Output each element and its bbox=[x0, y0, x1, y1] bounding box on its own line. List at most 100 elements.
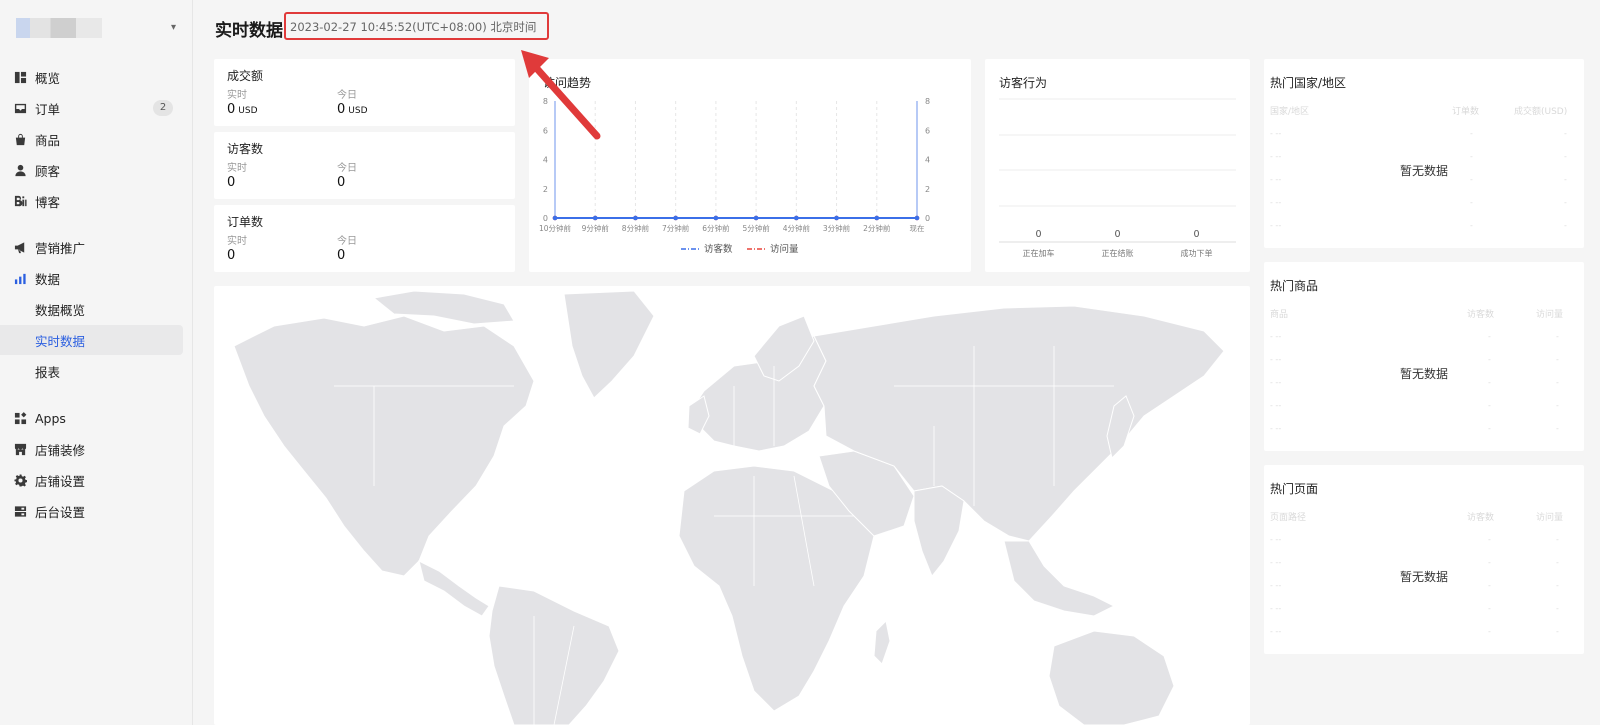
world-map[interactable] bbox=[214, 286, 1250, 725]
rank-col-1: 页面路径 bbox=[1270, 513, 1307, 523]
empty-state: 暂无数据 bbox=[1399, 570, 1448, 584]
rank-col-3: 访问量 bbox=[1536, 310, 1564, 320]
nav-label: 订单 bbox=[35, 101, 61, 117]
chevron-down-icon[interactable]: ▾ bbox=[171, 22, 176, 33]
nav-customers[interactable]: 顾客 bbox=[0, 155, 183, 185]
series-point bbox=[673, 215, 678, 221]
rank-placeholder-cell: - bbox=[1564, 221, 1567, 230]
server-icon bbox=[13, 504, 27, 518]
nav-label: 数据 bbox=[35, 271, 61, 287]
nav-sub-analytics-overview[interactable]: 数据概览 bbox=[0, 294, 183, 324]
metric-today-value: 0 USD bbox=[337, 102, 368, 117]
rank-placeholder-cell: - bbox=[1564, 198, 1567, 207]
nav-orders[interactable]: 订单 2 bbox=[0, 93, 183, 123]
metric-realtime-label: 实时 bbox=[227, 236, 247, 247]
rank-placeholder-row: - -- - - bbox=[1270, 198, 1576, 208]
rank-col-3: 成交额(USD) bbox=[1514, 107, 1568, 117]
rank-title: 热门国家/地区 bbox=[1270, 76, 1347, 90]
rank-placeholder-row: - -- - - bbox=[1270, 535, 1576, 545]
rank-title: 热门页面 bbox=[1270, 482, 1319, 496]
x-tick-label: 5分钟前 bbox=[742, 223, 770, 233]
nav-label: Apps bbox=[35, 410, 66, 426]
rank-col-2: 访客数 bbox=[1467, 513, 1495, 523]
series-point bbox=[874, 215, 880, 221]
x-tick-label: 正在加车 bbox=[1023, 248, 1055, 258]
nav-admin-settings[interactable]: 后台设置 bbox=[0, 496, 183, 526]
rank-placeholder-cell: - bbox=[1488, 627, 1491, 636]
metric-today-label: 今日 bbox=[337, 236, 357, 247]
rank-placeholder-row: - -- - - bbox=[1270, 401, 1576, 411]
rank-placeholder-cell: - bbox=[1488, 332, 1491, 341]
region-south-america bbox=[488, 585, 620, 725]
nav-store-settings[interactable]: 店铺设置 bbox=[0, 465, 183, 495]
metric-realtime-label: 实时 bbox=[227, 163, 247, 174]
nav-sub-label: 报表 bbox=[35, 364, 61, 380]
bar-value-label: 0 bbox=[1035, 229, 1041, 240]
y-tick-label: 4 bbox=[543, 156, 548, 165]
value-number: 0 bbox=[337, 102, 346, 117]
currency-unit: USD bbox=[348, 106, 368, 116]
nav-overview[interactable]: 概览 bbox=[0, 62, 183, 92]
metric-today-label: 今日 bbox=[337, 163, 357, 174]
rank-placeholder-cell: - bbox=[1470, 152, 1473, 161]
nav-sub-reports[interactable]: 报表 bbox=[0, 356, 183, 386]
nav-analytics[interactable]: 数据 bbox=[0, 263, 183, 293]
rank-placeholder-cell: - bbox=[1488, 424, 1491, 433]
y-tick-label: 2 bbox=[543, 185, 548, 194]
region-central-america bbox=[418, 560, 490, 617]
x-tick-label: 10分钟前 bbox=[539, 223, 572, 233]
gear-icon bbox=[13, 473, 27, 487]
region-madagascar bbox=[873, 619, 891, 665]
behavior-chart: 0 正在加车 0 正在结账 0 成功下单 bbox=[999, 98, 1236, 258]
rank-col-1: 商品 bbox=[1270, 310, 1289, 320]
metric-today-label: 今日 bbox=[337, 90, 357, 101]
store-logo bbox=[16, 18, 102, 38]
nav-apps[interactable]: Apps bbox=[0, 403, 183, 433]
blog-icon bbox=[13, 194, 27, 208]
nav-label: 博客 bbox=[35, 194, 61, 210]
rank-placeholder-cell: - -- bbox=[1270, 129, 1282, 138]
rank-placeholder-cell: - bbox=[1564, 152, 1567, 161]
y2-tick-label: 4 bbox=[925, 156, 930, 165]
rank-placeholder-cell: - bbox=[1556, 424, 1559, 433]
nav-sub-realtime[interactable]: 实时数据 bbox=[0, 325, 183, 355]
y2-tick-label: 2 bbox=[925, 185, 930, 194]
series-point bbox=[552, 215, 558, 221]
metric-realtime-value: 0 USD bbox=[227, 102, 258, 117]
nav-label: 顾客 bbox=[35, 163, 61, 179]
nav-marketing[interactable]: 营销推广 bbox=[0, 232, 183, 262]
series-point bbox=[794, 215, 799, 221]
bar-value-label: 0 bbox=[1114, 229, 1120, 240]
bar-value-label: 0 bbox=[1193, 229, 1199, 240]
x-tick-label: 7分钟前 bbox=[662, 223, 690, 233]
metric-realtime-value: 0 bbox=[227, 175, 236, 190]
rank-placeholder-cell: - bbox=[1470, 198, 1473, 207]
nav-theme[interactable]: 店铺装修 bbox=[0, 434, 183, 464]
dashboard-icon bbox=[13, 70, 27, 84]
store-switcher[interactable]: ▾ bbox=[16, 16, 176, 40]
currency-unit: USD bbox=[238, 106, 258, 116]
order-count-badge: 2 bbox=[153, 100, 173, 116]
nav-label: 后台设置 bbox=[35, 504, 86, 520]
rank-placeholder-cell: - -- bbox=[1270, 401, 1282, 410]
x-tick-label: 9分钟前 bbox=[582, 223, 610, 233]
rank-placeholder-cell: - bbox=[1470, 221, 1473, 230]
nav-products[interactable]: 商品 bbox=[0, 124, 183, 154]
metric-title: 订单数 bbox=[227, 215, 264, 229]
nav-sub-label: 数据概览 bbox=[35, 302, 86, 318]
x-tick-label: 2分钟前 bbox=[863, 223, 891, 233]
nav-label: 店铺设置 bbox=[35, 473, 86, 489]
rank-placeholder-cell: - -- bbox=[1270, 558, 1282, 567]
rank-placeholder-row: - -- - - bbox=[1270, 355, 1576, 365]
annotation-arrow bbox=[521, 50, 601, 140]
metric-card-visitors: 访客数 实时 今日 0 0 bbox=[214, 132, 515, 199]
app-root: ▾ 概览 订单 2 商品 顾客 博客 营销推广 数据 数据概览 实时数据 报表 … bbox=[0, 0, 1600, 725]
region-north-america bbox=[233, 315, 535, 577]
metric-card-orders: 订单数 实时 今日 0 0 bbox=[214, 205, 515, 272]
y-tick-label: 0 bbox=[543, 214, 548, 223]
nav-sub-label: 实时数据 bbox=[35, 333, 86, 349]
region-australia bbox=[1048, 630, 1175, 725]
nav-blog[interactable]: 博客 bbox=[0, 186, 183, 216]
rank-placeholder-cell: - bbox=[1556, 604, 1559, 613]
rank-card-products: 热门商品 商品 访客数 访问量 - -- - - - -- - - - -- - - - -- - -… bbox=[1264, 262, 1584, 451]
